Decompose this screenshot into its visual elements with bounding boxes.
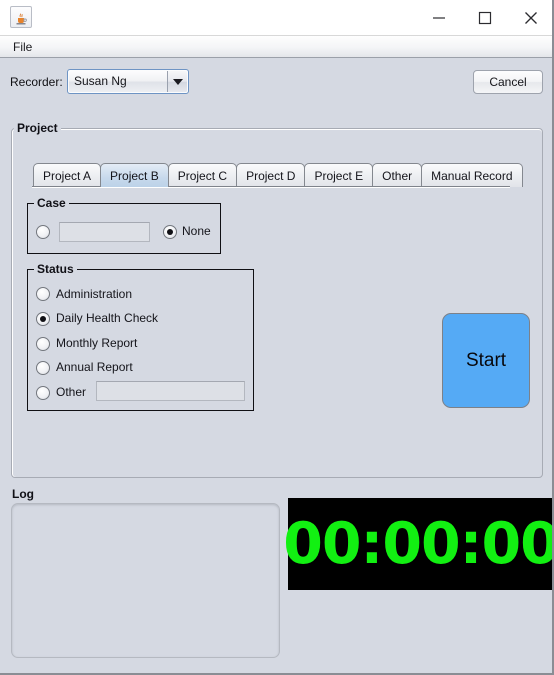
status-radio-daily-health-check[interactable] [36,312,50,326]
case-none-radio[interactable] [163,225,177,239]
status-label-administration: Administration [56,287,133,301]
log-label: Log [12,487,34,501]
java-coffee-cup-icon[interactable] [10,6,32,28]
status-label-monthly-report: Monthly Report [56,336,138,350]
recorder-select[interactable]: Susan Ng [67,69,189,94]
case-custom-input[interactable] [59,222,150,242]
tab-project-e[interactable]: Project E [304,163,374,187]
status-other-input[interactable] [96,381,245,401]
tab-project-c[interactable]: Project C [167,163,238,187]
cancel-button[interactable]: Cancel [473,70,543,94]
status-radio-annual-report[interactable] [36,361,50,375]
status-label-other: Other [56,385,87,399]
recorder-selected-value: Susan Ng [74,74,127,88]
start-button[interactable]: Start [442,313,530,408]
tab-project-a[interactable]: Project A [33,163,102,187]
chevron-down-icon[interactable] [167,71,187,92]
application-window: File Recorder: Susan Ng Cancel Project P… [0,0,554,675]
window-maximize-button[interactable] [462,0,508,36]
window-close-button[interactable] [508,0,552,36]
project-panel-title: Project [14,121,61,135]
tab-other[interactable]: Other [372,163,423,187]
timer-value: 00:00:00 [283,510,554,577]
status-radio-monthly-report[interactable] [36,337,50,351]
window-minimize-button[interactable] [416,0,462,36]
case-group-title: Case [34,196,69,210]
tab-project-b[interactable]: Project B [100,163,169,187]
status-label-daily-health-check: Daily Health Check [56,311,159,325]
window-titlebar [0,0,552,36]
timer-display: 00:00:00 [283,498,552,590]
case-custom-radio[interactable] [36,225,50,239]
log-textarea[interactable] [11,503,280,658]
status-radio-other[interactable] [36,386,50,400]
menu-bar: File [0,36,552,58]
tab-project-d[interactable]: Project D [236,163,306,187]
tab-manual-record[interactable]: Manual Record [421,163,523,187]
status-radio-administration[interactable] [36,287,50,301]
case-none-label: None [182,224,211,238]
project-tabs: Project A Project B Project C Project D … [33,161,523,187]
close-icon [525,12,537,24]
status-label-annual-report: Annual Report [56,360,133,374]
maximize-icon [478,11,492,25]
recorder-label: Recorder: [10,75,63,89]
minimize-icon [433,17,445,19]
menu-item-file[interactable]: File [9,39,36,55]
status-group-title: Status [34,262,77,276]
